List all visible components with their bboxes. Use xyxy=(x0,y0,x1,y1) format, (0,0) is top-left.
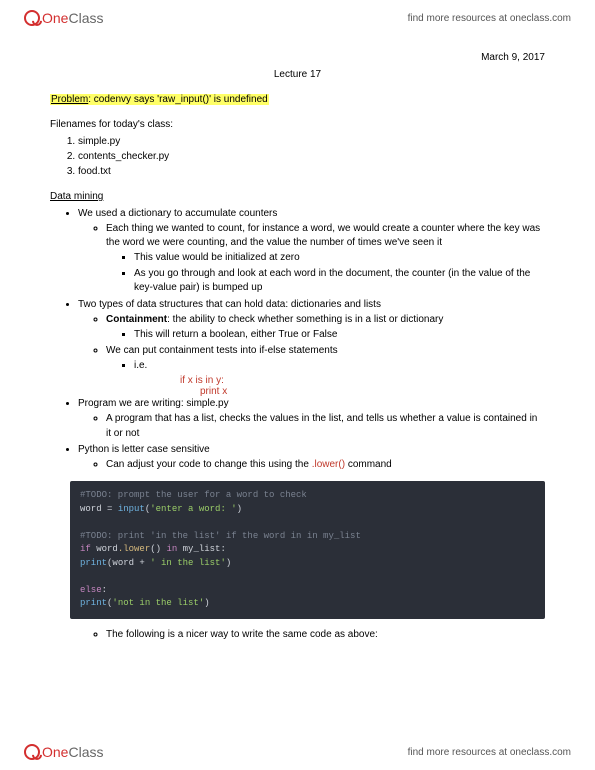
list-item: contents_checker.py xyxy=(78,149,545,164)
list-item: The following is a nicer way to write th… xyxy=(78,627,545,644)
page-footer: OneClass find more resources at oneclass… xyxy=(0,734,595,770)
lecture-title: Lecture 17 xyxy=(50,69,545,80)
list-item: Python is letter case sensitive Can adju… xyxy=(78,442,545,473)
filenames-label: Filenames for today's class: xyxy=(50,119,545,130)
bullet-list: We used a dictionary to accumulate count… xyxy=(78,206,545,375)
list-item: This will return a boolean, either True … xyxy=(134,327,545,343)
list-item: We can put containment tests into if-els… xyxy=(106,343,545,374)
list-item: food.txt xyxy=(78,164,545,179)
document-content: March 9, 2017 Lecture 17 Problem: codenv… xyxy=(0,36,595,683)
data-mining-header: Data mining xyxy=(50,191,545,202)
list-item: This value would be initialized at zero xyxy=(134,251,545,267)
list-item: i.e. xyxy=(134,358,545,374)
logo: OneClass xyxy=(24,10,103,26)
resources-link[interactable]: find more resources at oneclass.com xyxy=(408,747,571,758)
inline-code: print x xyxy=(200,386,545,397)
inline-code: if x is in y: xyxy=(180,375,545,386)
bullet-list: The following is a nicer way to write th… xyxy=(78,627,545,644)
logo: OneClass xyxy=(24,744,103,760)
logo-text: OneClass xyxy=(42,744,103,760)
list-item: As you go through and look at each word … xyxy=(134,266,545,296)
resources-link[interactable]: find more resources at oneclass.com xyxy=(408,13,571,24)
problem-highlight: Problem: codenvy says 'raw_input()' is u… xyxy=(50,94,269,105)
list-item: The following is a nicer way to write th… xyxy=(106,627,545,643)
date: March 9, 2017 xyxy=(50,52,545,63)
list-item: A program that has a list, checks the va… xyxy=(106,412,545,442)
list-item: Each thing we wanted to count, for insta… xyxy=(106,221,545,297)
file-list: simple.py contents_checker.py food.txt xyxy=(78,134,545,179)
logo-icon xyxy=(24,10,40,26)
bullet-list: Program we are writing: simple.py A prog… xyxy=(78,397,545,474)
list-item: simple.py xyxy=(78,134,545,149)
page-header: OneClass find more resources at oneclass… xyxy=(0,0,595,36)
code-block: #TODO: prompt the user for a word to che… xyxy=(70,481,545,619)
logo-text: OneClass xyxy=(42,10,103,26)
list-item: Two types of data structures that can ho… xyxy=(78,297,545,375)
problem-line: Problem: codenvy says 'raw_input()' is u… xyxy=(50,94,545,105)
list-item: Containment: the ability to check whethe… xyxy=(106,312,545,343)
list-item: We used a dictionary to accumulate count… xyxy=(78,206,545,297)
list-item: Can adjust your code to change this usin… xyxy=(106,457,545,473)
logo-icon xyxy=(24,744,40,760)
list-item: Program we are writing: simple.py A prog… xyxy=(78,397,545,443)
